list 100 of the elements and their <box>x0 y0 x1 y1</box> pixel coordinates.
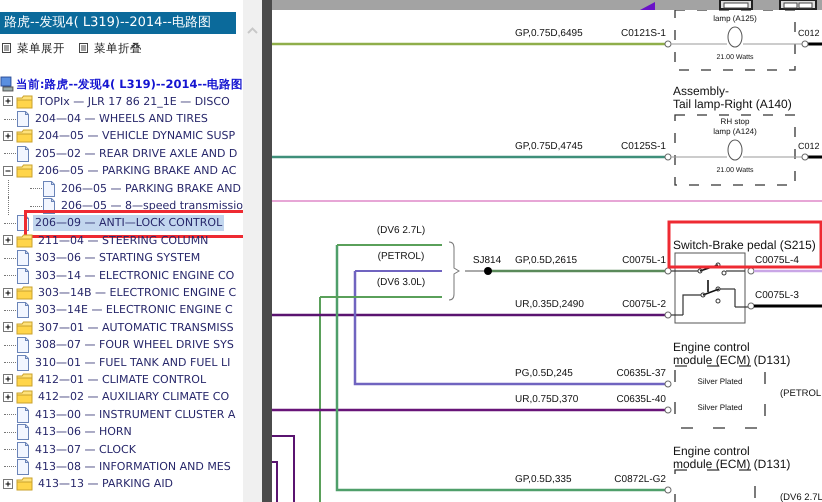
expand-icon[interactable] <box>3 478 14 490</box>
component-title: module (ECM) (D131) <box>673 353 790 367</box>
wire-label: UR,0.75D,370 <box>515 394 578 405</box>
folder-icon <box>16 94 33 109</box>
tree-item[interactable]: 303—06 — STARTING SYSTEM <box>33 250 202 266</box>
folder-icon <box>16 477 33 492</box>
component-title: Engine control <box>673 444 750 458</box>
switch-outline <box>674 252 746 324</box>
list-icon <box>79 43 88 53</box>
wire-label: GP,0.75D,6495 <box>515 28 583 39</box>
variant-label: (DV6 3.0L) <box>376 277 426 288</box>
expand-icon[interactable] <box>3 392 14 403</box>
tree-item[interactable]: 308—07 — FOUR WHEEL DRIVE SYS <box>33 337 236 354</box>
wire <box>754 304 822 308</box>
connector-label: C0075L-3 <box>755 290 799 301</box>
tree-item[interactable]: 303—14 — ELECTRONIC ENGINE CO <box>33 268 236 284</box>
variant-label: (DV6 2.7L) <box>376 225 426 236</box>
connector-label: C0075L-2 <box>622 299 666 310</box>
wire <box>671 156 727 158</box>
expand-icon[interactable] <box>3 130 14 142</box>
tree-item[interactable]: 303—14E — ELECTRONIC ENGINE C <box>33 302 235 318</box>
document-icon <box>16 146 30 162</box>
tree-item[interactable]: 211—04 — STEERING COLUMN <box>36 232 210 249</box>
tree-item[interactable]: 412—02 — AUXILIARY CLIMATE CO <box>36 389 232 406</box>
expand-icon[interactable] <box>3 96 14 108</box>
tree-item[interactable]: 307—01 — AUTOMATIC TRANSMISS <box>36 320 236 336</box>
tree-item[interactable]: 413—08 — INFORMATION AND MES <box>33 458 233 475</box>
tree-item[interactable]: 413—00 — INSTRUMENT CLUSTER A <box>33 406 238 423</box>
tree-item[interactable]: 206—09 — ANTI—LOCK CONTROL <box>33 215 224 232</box>
switch-icon <box>698 262 726 304</box>
panel-title: 路虎--发现4( L319)--2014--电路图 <box>0 12 236 34</box>
tree-item[interactable]: 413—13 — PARKING AID <box>36 476 176 492</box>
wire <box>808 42 822 46</box>
tree-item[interactable]: 413—07 — CLOCK <box>33 442 138 458</box>
wire-label: GP,0.75D,4745 <box>515 141 583 152</box>
wire-label: GP,0.5D,335 <box>515 474 572 485</box>
terminal-icon <box>802 154 808 160</box>
connector-label: C012 <box>798 28 820 38</box>
window-icon[interactable] <box>719 0 753 10</box>
tree-item[interactable]: 206—05 — PARKING BRAKE AND AC <box>36 163 238 180</box>
variant-label: (PETROL) <box>378 251 424 262</box>
tree-item[interactable]: 303—14B — ELECTRONIC ENGINE C <box>36 284 238 301</box>
document-icon <box>16 458 30 475</box>
collapse-icon[interactable] <box>3 166 14 177</box>
tree-item[interactable]: 206—05 — PARKING BRAKE AND <box>59 180 243 197</box>
component-note: Silver Plated <box>698 403 742 412</box>
component-note: lamp (A125) <box>713 14 757 23</box>
component-title: module (ECM) (D131) <box>673 457 790 471</box>
component-note: RH stop <box>720 117 750 126</box>
document-icon <box>16 268 30 284</box>
expand-icon[interactable] <box>3 288 14 298</box>
menu-action[interactable]: 菜单展开 <box>2 39 65 57</box>
tree-item[interactable]: TOPIx — JLR 17 86 21_1E — DISCO <box>36 94 232 110</box>
terminal-icon <box>664 40 672 48</box>
document-icon <box>16 250 30 266</box>
triangle-icon[interactable] <box>640 2 655 10</box>
expand-icon[interactable] <box>3 235 14 246</box>
document-icon <box>16 111 30 128</box>
menu-action[interactable]: 菜单折叠 <box>79 39 142 57</box>
folder-icon <box>16 234 33 248</box>
folder-icon <box>16 164 33 178</box>
connector-label: C0075L-4 <box>755 255 799 266</box>
document-icon <box>16 424 30 440</box>
tree-item[interactable]: 205—02 — REAR DRIVE AXLE AND D <box>33 146 240 162</box>
computer-icon <box>0 76 14 92</box>
terminal-icon <box>664 486 672 494</box>
terminal-icon <box>664 268 672 274</box>
document-icon <box>42 180 56 197</box>
expand-icon[interactable] <box>3 322 14 334</box>
terminal-icon <box>664 406 672 414</box>
wire <box>726 270 745 272</box>
expand-icon[interactable] <box>3 374 14 386</box>
tree-item[interactable]: 204—05 — VEHICLE DYNAMIC SUSP <box>36 128 238 144</box>
wire-label: GP,0.5D,2615 <box>515 255 578 266</box>
terminal-icon <box>664 380 672 388</box>
tree-item[interactable]: 412—01 — CLIMATE CONTROL <box>36 372 208 388</box>
connector-label: C0635L-37 <box>616 368 666 379</box>
terminal-icon <box>664 154 672 160</box>
document-icon <box>16 302 30 318</box>
component-title: Tail lamp-Right (A140) <box>673 97 792 111</box>
split-window-icon[interactable] <box>779 0 817 10</box>
lamp-icon <box>728 140 742 160</box>
connector-label: C0125S-1 <box>620 141 666 152</box>
tree-item[interactable]: 206—05 — 8—speed transmissio <box>59 198 243 214</box>
tree-item[interactable]: 413—06 — HORN <box>33 424 134 440</box>
document-icon <box>16 406 30 423</box>
scrollbar[interactable] <box>243 0 262 502</box>
folder-icon <box>16 390 33 404</box>
wire <box>808 156 822 158</box>
tree-item[interactable]: 204—04 — WHEELS AND TIRES <box>33 111 210 128</box>
folder-icon <box>16 320 33 335</box>
terminal-icon <box>664 312 672 318</box>
document-icon <box>16 354 30 371</box>
variant-label: (PETROL <box>780 388 822 399</box>
connector-label: C0121S-1 <box>620 28 666 39</box>
current-path: 当前:路虎--发现4( L319)--2014--电路图 <box>16 76 243 92</box>
component-title: Switch-Brake pedal (S215) <box>673 238 816 252</box>
splice-label: SJ814 <box>472 255 502 266</box>
component-title: Engine control <box>673 340 750 354</box>
tree-item[interactable]: 310—01 — FUEL TANK AND FUEL LI <box>33 354 232 371</box>
